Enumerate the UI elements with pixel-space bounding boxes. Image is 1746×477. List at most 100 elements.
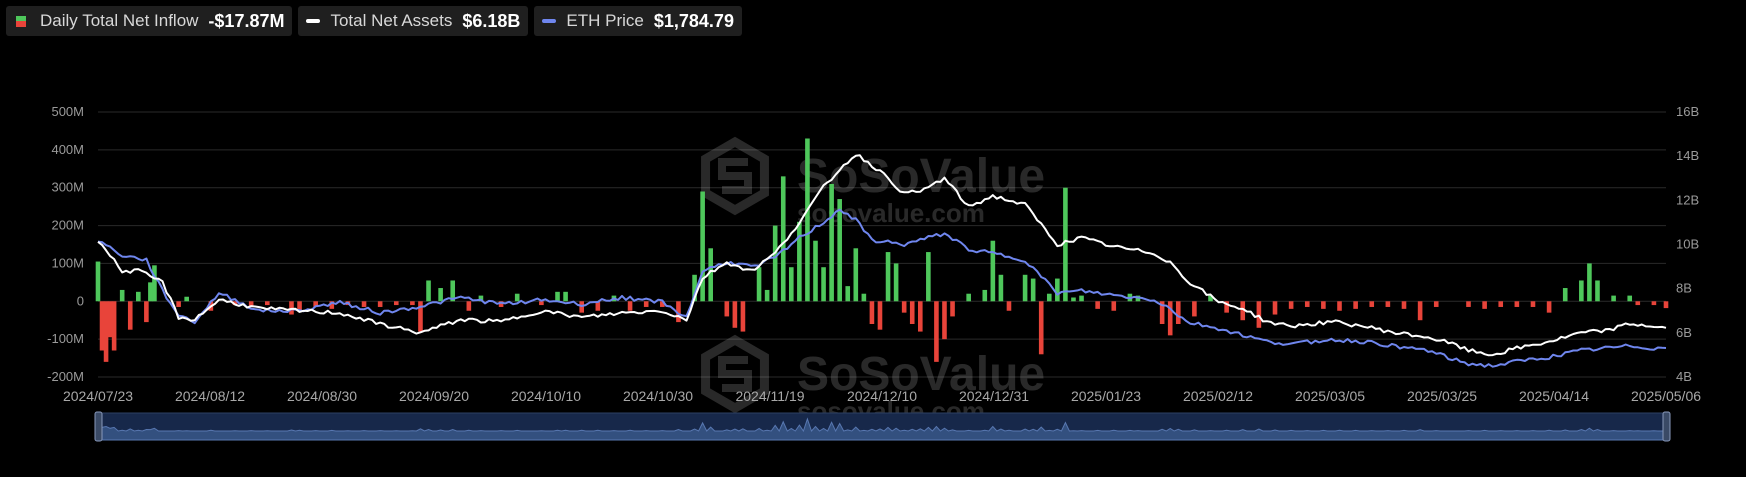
inflow-bar[interactable] xyxy=(813,240,818,302)
inflow-bar[interactable] xyxy=(627,301,633,311)
inflow-bar[interactable] xyxy=(426,280,431,302)
inflow-bar[interactable] xyxy=(361,301,367,307)
inflow-bar[interactable] xyxy=(950,301,955,317)
inflow-bar[interactable] xyxy=(764,289,770,302)
inflow-bar[interactable] xyxy=(1321,301,1326,309)
inflow-bar[interactable] xyxy=(1046,293,1052,302)
inflow-bar[interactable] xyxy=(1038,301,1044,355)
inflow-bar[interactable] xyxy=(1055,278,1060,302)
inflow-bar[interactable] xyxy=(1635,301,1641,306)
inflow-bar[interactable] xyxy=(1006,301,1012,311)
inflow-bar[interactable] xyxy=(1288,301,1294,309)
inflow-bar[interactable] xyxy=(708,248,713,302)
inflow-bar[interactable] xyxy=(1611,295,1616,302)
inflow-bar[interactable] xyxy=(1514,301,1520,307)
inflow-bar[interactable] xyxy=(1385,301,1391,307)
inflow-bar[interactable] xyxy=(1651,301,1657,306)
inflow-bar[interactable] xyxy=(869,301,875,324)
inflow-bar[interactable] xyxy=(1022,274,1028,302)
inflow-bar[interactable] xyxy=(789,267,794,302)
inflow-bar[interactable] xyxy=(772,225,778,302)
inflow-bar[interactable] xyxy=(107,301,113,338)
inflow-bar[interactable] xyxy=(966,293,971,302)
inflow-bar[interactable] xyxy=(1627,295,1633,302)
inflow-bar[interactable] xyxy=(99,301,105,351)
inflow-bar[interactable] xyxy=(1433,301,1439,307)
inflow-bar[interactable] xyxy=(780,176,786,302)
inflow-bar[interactable] xyxy=(1482,301,1487,309)
inflow-bar[interactable] xyxy=(136,291,141,302)
inflow-bar[interactable] xyxy=(1587,263,1592,302)
inflow-bar[interactable] xyxy=(837,199,842,302)
inflow-bar[interactable] xyxy=(845,286,851,302)
inflow-bar[interactable] xyxy=(998,274,1004,302)
inflow-bar[interactable] xyxy=(901,301,907,313)
inflow-bar[interactable] xyxy=(1030,278,1036,302)
inflow-bar[interactable] xyxy=(917,301,923,332)
inflow-bar[interactable] xyxy=(1079,295,1084,302)
inflow-bar[interactable] xyxy=(119,289,125,302)
inflow-bar[interactable] xyxy=(829,183,834,302)
inflow-bar[interactable] xyxy=(821,267,826,302)
inflow-bar[interactable] xyxy=(1498,301,1504,307)
inflow-bar[interactable] xyxy=(95,261,101,302)
inflow-bar[interactable] xyxy=(861,293,867,302)
inflow-bar[interactable] xyxy=(1111,301,1117,311)
inflow-bar[interactable] xyxy=(1530,301,1536,307)
inflow-bar[interactable] xyxy=(877,301,883,330)
inflow-bar[interactable] xyxy=(909,301,915,324)
inflow-bar[interactable] xyxy=(1579,280,1584,302)
inflow-bar[interactable] xyxy=(893,263,899,302)
inflow-bar[interactable] xyxy=(1071,297,1076,302)
inflow-bar[interactable] xyxy=(148,282,153,302)
inflow-bar[interactable] xyxy=(103,301,109,362)
inflow-bar[interactable] xyxy=(1304,301,1310,307)
inflow-bar[interactable] xyxy=(1562,288,1568,302)
inflow-bar[interactable] xyxy=(797,221,802,302)
inflow-bar[interactable] xyxy=(152,265,157,302)
inflow-bar[interactable] xyxy=(942,301,947,340)
inflow-bar[interactable] xyxy=(1353,301,1358,309)
inflow-bar[interactable] xyxy=(264,301,270,306)
inflow-bar[interactable] xyxy=(732,301,738,328)
inflow-bar[interactable] xyxy=(1546,301,1552,313)
inflow-bar[interactable] xyxy=(1401,301,1407,309)
inflow-bar[interactable] xyxy=(1595,280,1600,302)
inflow-bar[interactable] xyxy=(1663,301,1669,309)
inflow-bar[interactable] xyxy=(982,289,988,302)
inflow-bar[interactable] xyxy=(1337,301,1342,311)
inflow-bar[interactable] xyxy=(555,291,560,302)
inflow-bar[interactable] xyxy=(184,296,189,302)
inflow-bar[interactable] xyxy=(1063,187,1068,302)
inflow-bar[interactable] xyxy=(926,252,931,302)
inflow-bar[interactable] xyxy=(1256,301,1262,328)
zoom-slider[interactable] xyxy=(94,411,1671,442)
inflow-bar[interactable] xyxy=(756,267,762,302)
inflow-bar[interactable] xyxy=(127,301,133,330)
zoom-handle[interactable] xyxy=(1662,411,1671,442)
inflow-bar[interactable] xyxy=(740,301,746,332)
inflow-bar[interactable] xyxy=(1417,301,1423,321)
inflow-bar[interactable] xyxy=(438,288,443,302)
inflow-bar[interactable] xyxy=(410,301,415,306)
inflow-bar[interactable] xyxy=(144,301,149,323)
eth-price-line[interactable] xyxy=(97,208,1667,368)
inflow-bar[interactable] xyxy=(990,240,996,302)
inflow-bar[interactable] xyxy=(805,138,810,302)
inflow-bar[interactable] xyxy=(514,293,520,302)
zoom-handle[interactable] xyxy=(94,411,103,442)
inflow-bar[interactable] xyxy=(111,301,117,351)
inflow-bar[interactable] xyxy=(885,252,891,302)
inflow-bar[interactable] xyxy=(377,301,383,307)
inflow-bar[interactable] xyxy=(724,301,730,317)
inflow-bar[interactable] xyxy=(700,191,705,302)
inflow-bar[interactable] xyxy=(853,248,859,302)
inflow-bar[interactable] xyxy=(563,291,568,302)
inflow-bar[interactable] xyxy=(1466,301,1471,307)
inflow-bar[interactable] xyxy=(539,301,544,306)
inflow-bar[interactable] xyxy=(1192,301,1197,317)
inflow-bar[interactable] xyxy=(1272,301,1278,315)
inflow-bar[interactable] xyxy=(1369,301,1375,307)
inflow-bar[interactable] xyxy=(934,301,939,362)
inflow-bar[interactable] xyxy=(466,301,472,311)
